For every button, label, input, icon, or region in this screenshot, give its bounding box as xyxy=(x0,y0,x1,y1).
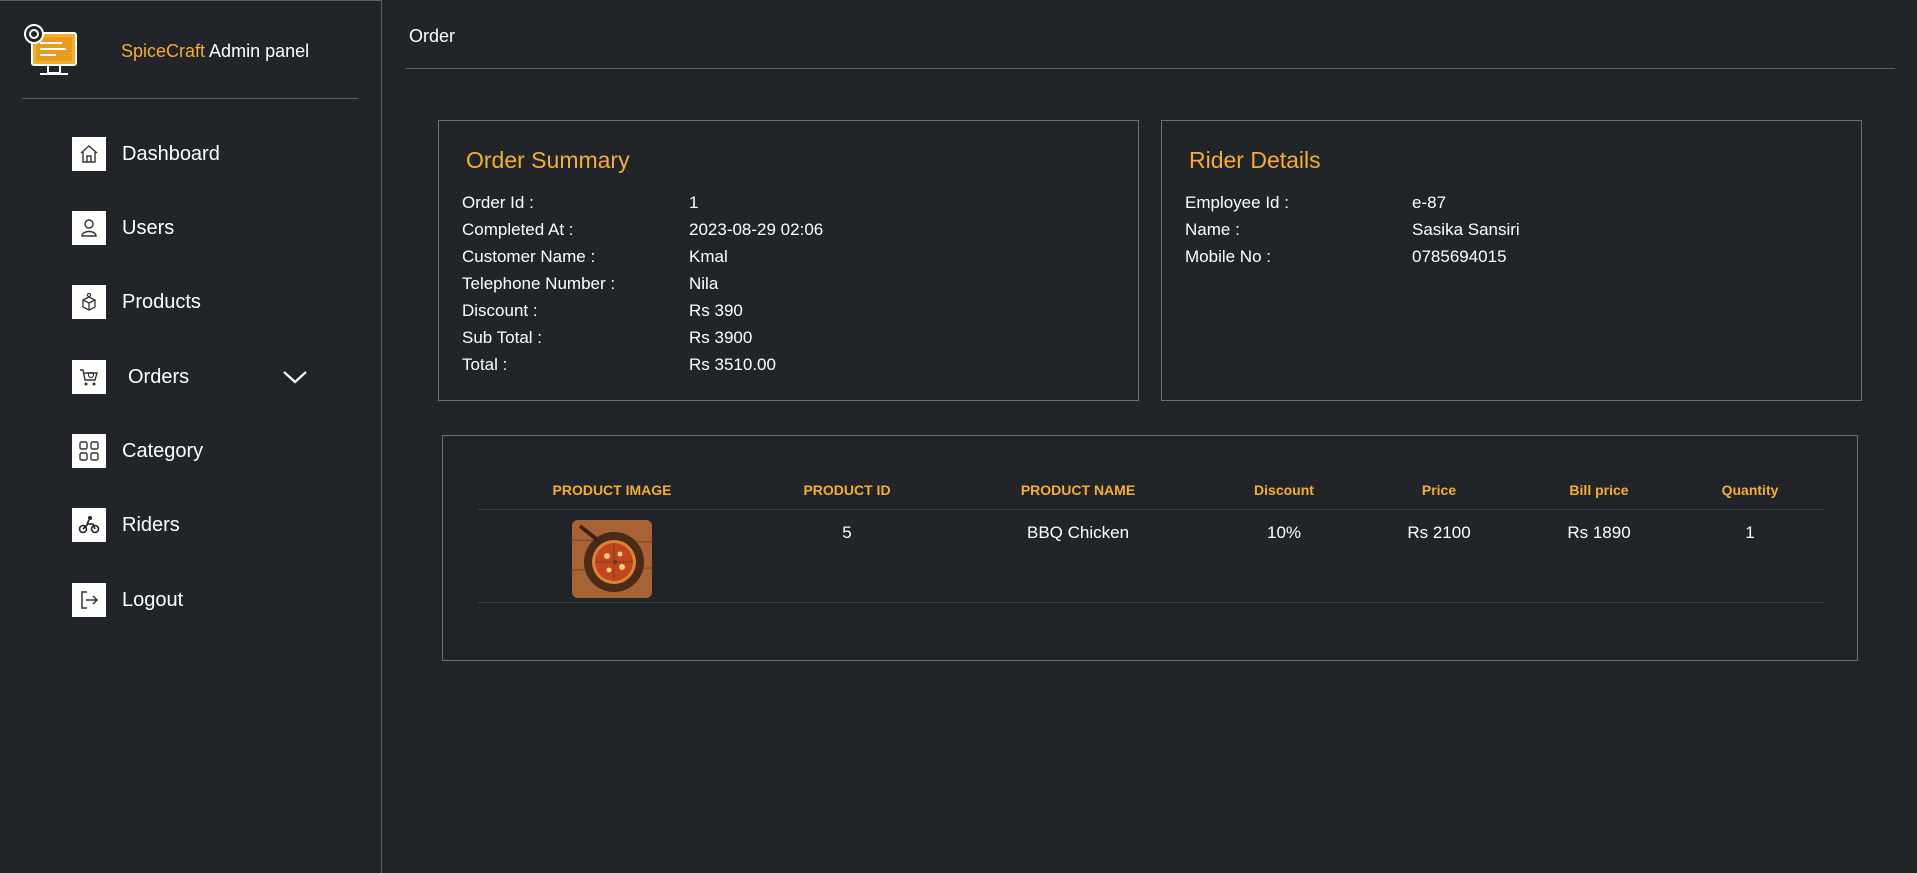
cart-icon xyxy=(72,360,106,394)
user-icon xyxy=(72,211,106,245)
employee-id-row: Employee Id : e-87 xyxy=(1185,193,1745,217)
kv-value: 0785694015 xyxy=(1412,247,1507,266)
kv-value: 2023-08-29 02:06 xyxy=(689,220,824,239)
kv-label: Name : xyxy=(1185,220,1240,239)
kv-label: Total : xyxy=(462,355,508,374)
kv-label: Order Id : xyxy=(462,193,534,212)
column-header: Bill price xyxy=(1569,482,1629,498)
sidebar-item-products[interactable]: Products xyxy=(72,284,332,320)
sidebar-item-orders[interactable]: Orders xyxy=(72,359,332,395)
sidebar-item-label: Category xyxy=(122,439,204,462)
column-header: Discount xyxy=(1254,482,1314,498)
sidebar-item-label: Products xyxy=(122,290,201,313)
sidebar-item-label: Dashboard xyxy=(122,142,220,165)
quantity-cell: 1 xyxy=(1745,523,1755,542)
grid-icon xyxy=(72,434,106,468)
sub-total-row: Sub Total : Rs 3900 xyxy=(462,328,1022,352)
kv-label: Telephone Number : xyxy=(462,274,616,293)
brand-name: SpiceCraft Admin panel xyxy=(121,41,309,62)
customer-name-row: Customer Name : Kmal xyxy=(462,247,1022,271)
order-products-table: PRODUCT IMAGE PRODUCT ID PRODUCT NAME Di… xyxy=(442,435,1858,661)
kv-label: Employee Id : xyxy=(1185,193,1289,212)
column-header: PRODUCT NAME xyxy=(1020,482,1136,498)
order-id-row: Order Id : 1 xyxy=(462,193,1022,217)
kv-value: e-87 xyxy=(1412,193,1447,212)
rider-details-card: Rider Details Employee Id : e-87 Name : … xyxy=(1161,120,1862,401)
monitor-gear-icon xyxy=(24,24,77,75)
topbar: Order xyxy=(405,0,1895,69)
telephone-row: Telephone Number : Nila xyxy=(462,274,1022,298)
sidebar-item-users[interactable]: Users xyxy=(72,210,332,246)
brand-name-rest: Admin panel xyxy=(205,41,310,61)
kv-value: Nila xyxy=(689,274,719,293)
discount-cell: 10% xyxy=(1266,523,1302,542)
order-summary-title: Order Summary xyxy=(466,147,630,173)
rider-details-title: Rider Details xyxy=(1189,147,1321,173)
sidebar-item-label: Users xyxy=(122,216,175,239)
sidebar-item-label: Orders xyxy=(128,365,190,388)
pizza-image xyxy=(572,520,652,598)
products-icon xyxy=(72,285,106,319)
brand-name-accent: SpiceCraft xyxy=(121,41,206,61)
sidebar-item-logout[interactable]: Logout xyxy=(72,582,332,618)
sidebar-item-label: Logout xyxy=(122,588,184,611)
page-title: Order xyxy=(409,26,456,46)
home-icon xyxy=(72,137,106,171)
logout-icon xyxy=(72,583,106,617)
kv-value: Kmal xyxy=(689,247,728,266)
kv-value: Rs 3510.00 xyxy=(689,355,776,374)
kv-value: Sasika Sansiri xyxy=(1412,220,1520,239)
discount-row: Discount : Rs 390 xyxy=(462,301,1022,325)
chevron-down-icon[interactable] xyxy=(282,365,308,387)
product-name-cell: BBQ Chicken xyxy=(1026,523,1130,542)
sidebar-item-dashboard[interactable]: Dashboard xyxy=(72,136,332,172)
sidebar-item-riders[interactable]: Riders xyxy=(72,507,332,543)
kv-label: Customer Name : xyxy=(462,247,596,266)
sidebar: SpiceCraft Admin panel Dashboard Users P… xyxy=(0,0,382,873)
product-id-cell: 5 xyxy=(842,523,852,542)
sidebar-item-category[interactable]: Category xyxy=(72,433,332,469)
bill-price-cell: Rs 1890 xyxy=(1567,523,1631,542)
table-row: 5 BBQ Chicken 10% Rs 2100 Rs 1890 1 xyxy=(478,511,1824,603)
sidebar-item-label: Riders xyxy=(122,513,180,536)
kv-value: 1 xyxy=(689,193,699,212)
mobile-no-row: Mobile No : 0785694015 xyxy=(1185,247,1745,271)
table-header: PRODUCT IMAGE PRODUCT ID PRODUCT NAME Di… xyxy=(478,480,1824,510)
completed-at-row: Completed At : 2023-08-29 02:06 xyxy=(462,220,1022,244)
kv-label: Completed At : xyxy=(462,220,574,239)
kv-label: Sub Total : xyxy=(462,328,543,347)
total-row: Total : Rs 3510.00 xyxy=(462,355,1022,379)
column-header: Quantity xyxy=(1721,482,1779,498)
column-header: PRODUCT IMAGE xyxy=(552,482,672,498)
column-header: Price xyxy=(1421,482,1457,498)
kv-label: Discount : xyxy=(462,301,538,320)
brand: SpiceCraft Admin panel xyxy=(22,23,358,99)
kv-label: Mobile No : xyxy=(1185,247,1271,266)
price-cell: Rs 2100 xyxy=(1407,523,1471,542)
column-header: PRODUCT ID xyxy=(803,482,891,498)
kv-value: Rs 3900 xyxy=(689,328,753,347)
kv-value: Rs 390 xyxy=(689,301,743,320)
motorbike-icon xyxy=(72,508,106,542)
order-summary-card: Order Summary Order Id : 1 Completed At … xyxy=(438,120,1139,401)
rider-name-row: Name : Sasika Sansiri xyxy=(1185,220,1745,244)
